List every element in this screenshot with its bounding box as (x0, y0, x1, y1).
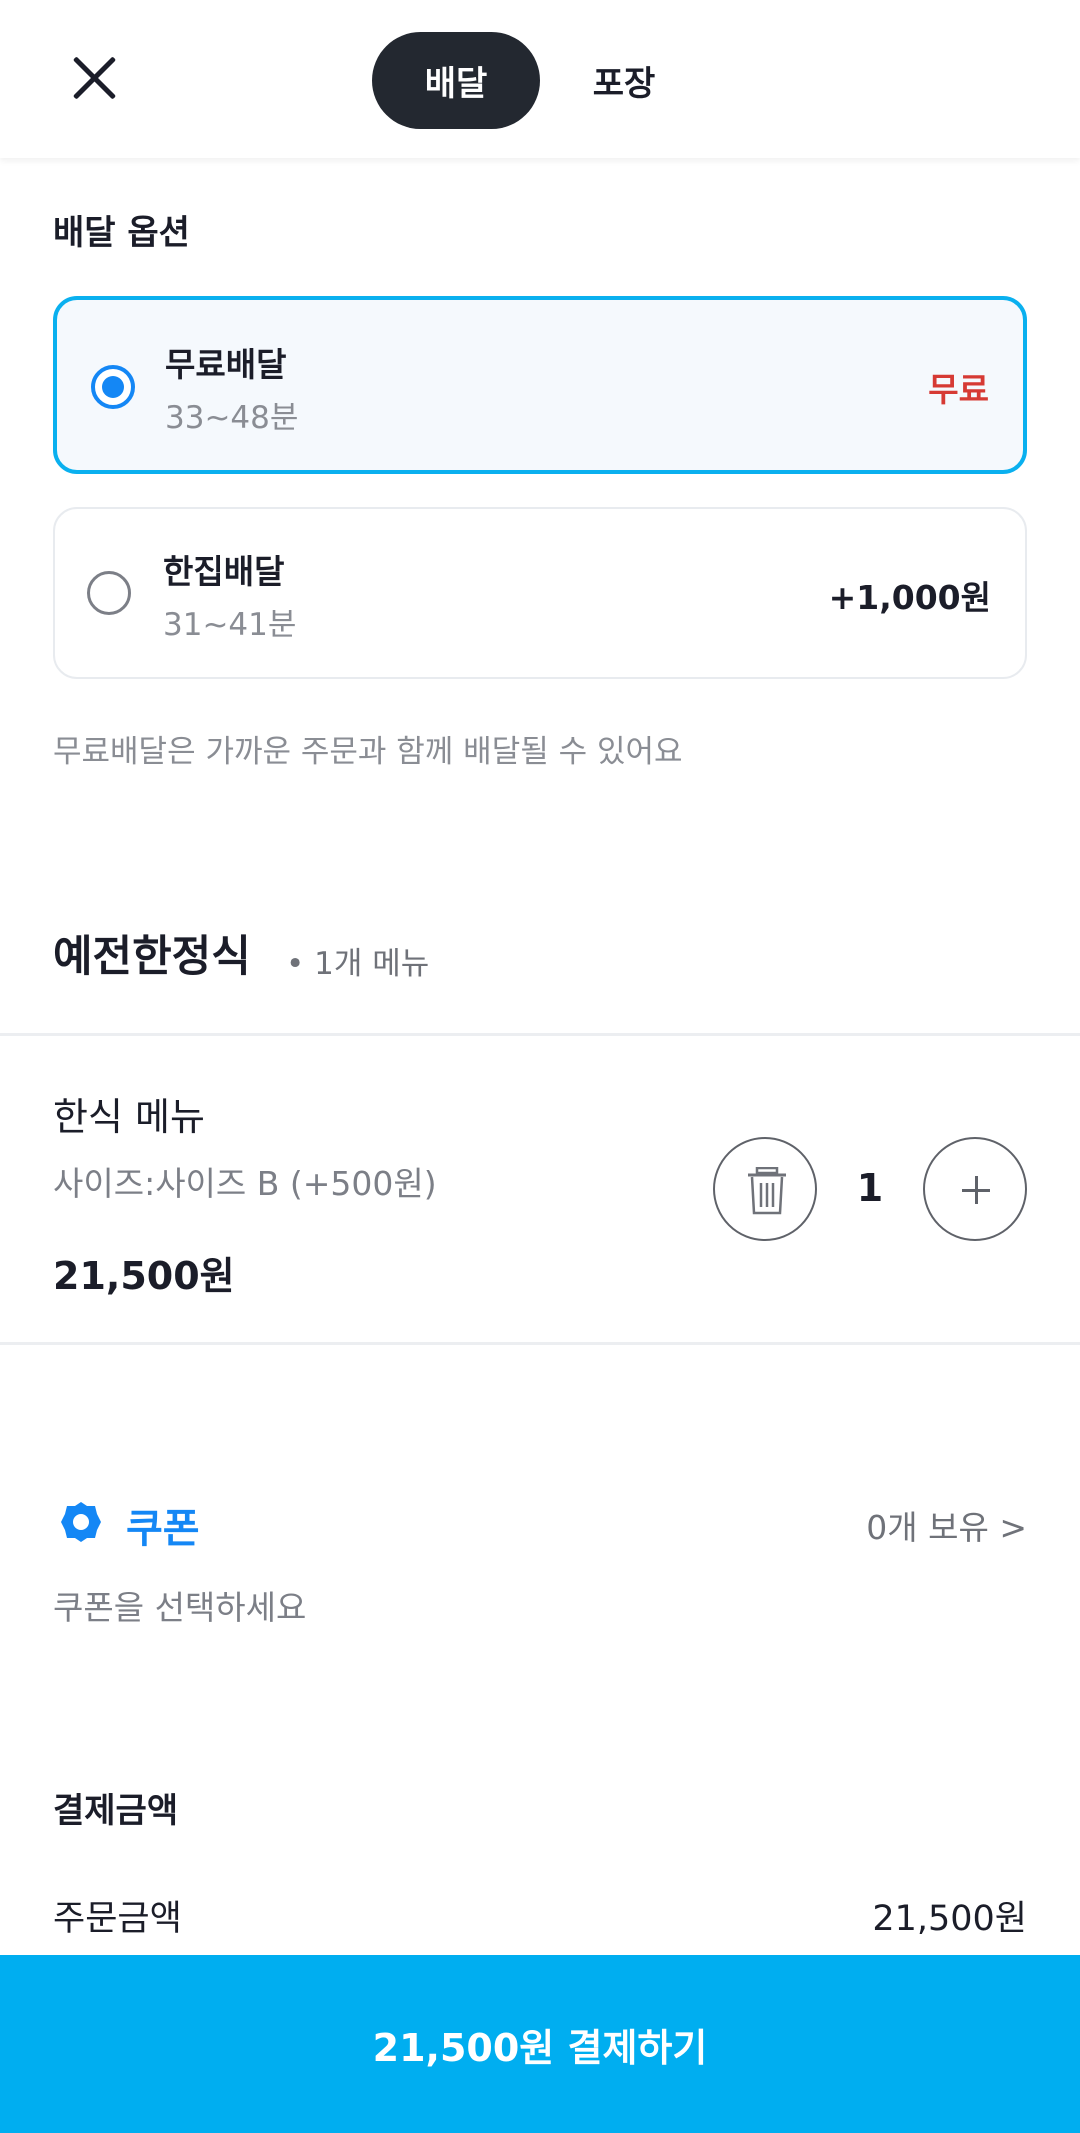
delivery-option-free[interactable]: 무료배달 33~48분 무료 (53, 296, 1027, 474)
top-bar: 배달 포장 (0, 0, 1080, 158)
close-icon[interactable] (66, 50, 122, 106)
delivery-note: 무료배달은 가까운 주문과 함께 배달될 수 있어요 (53, 734, 683, 770)
option-time: 33~48분 (165, 400, 299, 436)
pay-button[interactable]: 21,500원 결제하기 (0, 1955, 1080, 2133)
coupon-count-link[interactable]: 0개 보유 > (866, 1501, 1027, 1549)
tab-delivery[interactable]: 배달 (372, 32, 540, 129)
delete-button[interactable] (713, 1137, 817, 1241)
payment-title: 결제금액 (53, 1791, 179, 1831)
plus-icon[interactable] (923, 1137, 1027, 1241)
option-name: 한집배달 (163, 552, 285, 591)
coupon-title: 쿠폰 (126, 1506, 200, 1552)
delivery-option-single[interactable]: 한집배달 31~41분 +1,000원 (53, 507, 1027, 679)
item-price: 21,500원 (53, 1254, 235, 1298)
divider (0, 1342, 1080, 1345)
divider (0, 1033, 1080, 1036)
radio-unselected-icon[interactable] (87, 571, 131, 615)
option-time: 31~41분 (163, 607, 297, 643)
tab-takeout[interactable]: 포장 (560, 32, 688, 129)
order-amount-label: 주문금액 (53, 1899, 182, 1939)
item-name: 한식 메뉴 (53, 1095, 205, 1139)
item-option: 사이즈:사이즈 B (+500원) (53, 1164, 437, 1203)
quantity-value: 1 (856, 1166, 884, 1210)
option-price: 무료 (928, 370, 989, 409)
radio-selected-icon[interactable] (91, 365, 135, 409)
coupon-icon (61, 1502, 101, 1542)
trash-icon (748, 1167, 786, 1215)
option-price: +1,000원 (828, 578, 991, 617)
delivery-options-title: 배달 옵션 (53, 213, 190, 253)
order-amount-value: 21,500원 (872, 1899, 1027, 1939)
coupon-select-hint[interactable]: 쿠폰을 선택하세요 (53, 1581, 306, 1629)
menu-count: • 1개 메뉴 (286, 946, 430, 982)
option-name: 무료배달 (165, 345, 287, 384)
store-name: 예전한정식 (53, 932, 251, 982)
